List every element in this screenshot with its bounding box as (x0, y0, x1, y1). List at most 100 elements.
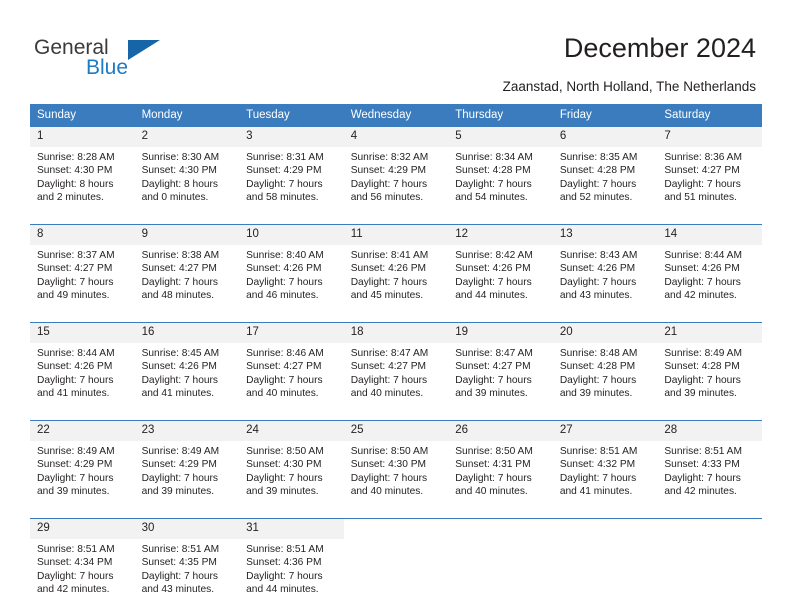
calendar-day-cell[interactable]: 31 Sunrise: 8:51 AM Sunset: 4:36 PM Dayligh… (239, 519, 344, 609)
day-number: 24 (239, 421, 344, 441)
calendar-day-cell[interactable]: 15 Sunrise: 8:44 AM Sunset: 4:26 PM Dayligh… (30, 323, 135, 413)
calendar-day-cell[interactable]: 19 Sunrise: 8:47 AM Sunset: 4:27 PM Dayligh… (448, 323, 553, 413)
calendar-day-cell[interactable]: 11 Sunrise: 8:41 AM Sunset: 4:26 PM Dayligh… (343, 225, 449, 315)
day-daylight-line: Daylight: 7 hours (455, 276, 532, 288)
calendar-day-cell[interactable]: 8 Sunrise: 8:37 AM Sunset: 4:27 PM Daylight… (30, 225, 135, 315)
day-sunrise-line: Sunrise: 8:34 AM (455, 152, 533, 163)
day-cell-content: 28 Sunrise: 8:51 AM Sunset: 4:33 PM Dayligh… (657, 421, 762, 511)
calendar-empty-cell (552, 519, 658, 609)
day-number: 16 (134, 323, 240, 343)
day-sunset-line: Sunset: 4:33 PM (664, 459, 740, 471)
page-title: December 2024 (563, 33, 756, 63)
day-sunset-line: Sunset: 4:27 PM (37, 263, 113, 275)
calendar-day-cell[interactable]: 21 Sunrise: 8:49 AM Sunset: 4:28 PM Dayligh… (657, 323, 762, 413)
day-details: Sunrise: 8:41 AM Sunset: 4:26 PM Daylight:… (344, 245, 449, 303)
day-daylight-line: Daylight: 7 hours (141, 472, 219, 484)
day-details: Sunrise: 8:28 AM Sunset: 4:30 PM Daylight:… (30, 147, 135, 205)
day-details: Sunrise: 8:40 AM Sunset: 4:26 PM Daylight:… (239, 245, 344, 303)
week-separator-cell (30, 511, 762, 519)
day-daylight-line: Daylight: 7 hours (141, 374, 219, 386)
day-details: Sunrise: 8:50 AM Sunset: 4:30 PM Daylight:… (344, 441, 449, 499)
calendar-day-cell[interactable]: 2 Sunrise: 8:30 AM Sunset: 4:30 PM Daylight… (134, 127, 240, 217)
page-subtitle: Zaanstad, North Holland, The Netherlands (502, 79, 756, 94)
day-daylight-line: and 39 minutes. (559, 388, 633, 400)
calendar-day-cell[interactable]: 26 Sunrise: 8:50 AM Sunset: 4:31 PM Dayligh… (448, 421, 553, 511)
day-sunrise-line: Sunrise: 8:50 AM (455, 446, 533, 457)
day-number: 2 (134, 127, 240, 147)
weekday-header-thursday: Thursday (448, 104, 553, 127)
calendar-day-cell[interactable]: 27 Sunrise: 8:51 AM Sunset: 4:32 PM Dayligh… (552, 421, 658, 511)
week-separator-row (30, 315, 762, 323)
day-details: Sunrise: 8:38 AM Sunset: 4:27 PM Daylight:… (135, 245, 240, 303)
day-number: 29 (30, 519, 135, 539)
calendar-day-cell[interactable]: 22 Sunrise: 8:49 AM Sunset: 4:29 PM Dayligh… (30, 421, 135, 511)
calendar-day-cell[interactable]: 24 Sunrise: 8:50 AM Sunset: 4:30 PM Dayligh… (239, 421, 344, 511)
day-number: 22 (30, 421, 135, 441)
brand-logo[interactable]: General Blue (34, 36, 234, 88)
day-daylight-line: Daylight: 8 hours (141, 178, 219, 190)
day-sunrise-line: Sunrise: 8:28 AM (37, 152, 115, 163)
day-sunset-line: Sunset: 4:26 PM (350, 263, 427, 275)
day-sunset-line: Sunset: 4:27 PM (350, 361, 427, 373)
day-sunrise-line: Sunrise: 8:49 AM (664, 348, 742, 359)
calendar-day-cell[interactable]: 14 Sunrise: 8:44 AM Sunset: 4:26 PM Dayligh… (657, 225, 762, 315)
calendar-day-cell[interactable]: 17 Sunrise: 8:46 AM Sunset: 4:27 PM Dayligh… (239, 323, 344, 413)
day-details: Sunrise: 8:31 AM Sunset: 4:29 PM Daylight:… (239, 147, 344, 205)
calendar-day-cell[interactable]: 4 Sunrise: 8:32 AM Sunset: 4:29 PM Daylight… (343, 127, 449, 217)
calendar-page: General Blue December 2024 Zaanstad, Nor… (0, 0, 792, 612)
calendar-day-cell[interactable]: 5 Sunrise: 8:34 AM Sunset: 4:28 PM Daylight… (448, 127, 553, 217)
day-daylight-line: and 58 minutes. (246, 192, 319, 204)
day-details: Sunrise: 8:51 AM Sunset: 4:36 PM Daylight:… (239, 539, 344, 597)
triangle-icon (128, 40, 160, 60)
calendar-day-cell[interactable]: 30 Sunrise: 8:51 AM Sunset: 4:35 PM Dayligh… (134, 519, 240, 609)
day-details: Sunrise: 8:44 AM Sunset: 4:26 PM Daylight:… (657, 245, 762, 303)
day-cell-content: 10 Sunrise: 8:40 AM Sunset: 4:26 PM Dayligh… (239, 225, 344, 315)
day-sunrise-line: Sunrise: 8:35 AM (559, 152, 638, 163)
day-number (657, 519, 762, 539)
day-daylight-line: and 49 minutes. (37, 290, 110, 302)
calendar-day-cell[interactable]: 29 Sunrise: 8:51 AM Sunset: 4:34 PM Dayligh… (30, 519, 135, 609)
day-number (343, 519, 449, 539)
calendar-day-cell[interactable]: 12 Sunrise: 8:42 AM Sunset: 4:26 PM Dayligh… (448, 225, 553, 315)
day-daylight-line: Daylight: 7 hours (664, 276, 741, 288)
day-number: 12 (448, 225, 553, 245)
calendar-day-cell[interactable]: 10 Sunrise: 8:40 AM Sunset: 4:26 PM Dayligh… (239, 225, 344, 315)
day-daylight-line: and 41 minutes. (37, 388, 110, 400)
day-number: 20 (552, 323, 658, 343)
day-daylight-line: Daylight: 7 hours (141, 276, 219, 288)
week-separator-row (30, 217, 762, 225)
calendar-empty-cell (657, 519, 762, 609)
calendar-day-cell[interactable]: 6 Sunrise: 8:35 AM Sunset: 4:28 PM Daylight… (552, 127, 658, 217)
day-daylight-line: and 42 minutes. (664, 290, 737, 302)
day-cell-content: 16 Sunrise: 8:45 AM Sunset: 4:26 PM Dayligh… (134, 323, 240, 413)
day-number: 26 (448, 421, 553, 441)
day-daylight-line: Daylight: 7 hours (37, 374, 114, 386)
calendar-day-cell[interactable]: 13 Sunrise: 8:43 AM Sunset: 4:26 PM Dayligh… (552, 225, 658, 315)
calendar-day-cell[interactable]: 16 Sunrise: 8:45 AM Sunset: 4:26 PM Dayligh… (134, 323, 240, 413)
calendar-day-cell[interactable]: 1 Sunrise: 8:28 AM Sunset: 4:30 PM Daylight… (30, 127, 135, 217)
day-details (448, 539, 553, 543)
day-number: 8 (30, 225, 135, 245)
day-sunrise-line: Sunrise: 8:49 AM (37, 446, 115, 457)
day-details (657, 539, 762, 543)
calendar-day-cell[interactable]: 3 Sunrise: 8:31 AM Sunset: 4:29 PM Daylight… (239, 127, 344, 217)
calendar-day-cell[interactable]: 7 Sunrise: 8:36 AM Sunset: 4:27 PM Daylight… (657, 127, 762, 217)
day-daylight-line: Daylight: 7 hours (455, 178, 532, 190)
calendar-day-cell[interactable]: 25 Sunrise: 8:50 AM Sunset: 4:30 PM Dayligh… (343, 421, 449, 511)
day-daylight-line: and 44 minutes. (246, 584, 319, 596)
day-sunset-line: Sunset: 4:28 PM (664, 361, 740, 373)
day-daylight-line: Daylight: 7 hours (455, 374, 532, 386)
calendar-day-cell[interactable]: 28 Sunrise: 8:51 AM Sunset: 4:33 PM Dayligh… (657, 421, 762, 511)
calendar-day-cell[interactable]: 23 Sunrise: 8:49 AM Sunset: 4:29 PM Dayligh… (134, 421, 240, 511)
day-daylight-line: and 52 minutes. (559, 192, 633, 204)
day-details: Sunrise: 8:48 AM Sunset: 4:28 PM Daylight:… (553, 343, 658, 401)
day-daylight-line: and 42 minutes. (664, 486, 737, 498)
day-daylight-line: Daylight: 7 hours (246, 472, 323, 484)
weekday-header-monday: Monday (134, 104, 240, 127)
calendar-day-cell[interactable]: 20 Sunrise: 8:48 AM Sunset: 4:28 PM Dayligh… (552, 323, 658, 413)
calendar-day-cell[interactable]: 9 Sunrise: 8:38 AM Sunset: 4:27 PM Daylight… (134, 225, 240, 315)
day-details: Sunrise: 8:34 AM Sunset: 4:28 PM Daylight:… (448, 147, 553, 205)
day-daylight-line: and 40 minutes. (350, 486, 424, 498)
calendar-day-cell[interactable]: 18 Sunrise: 8:47 AM Sunset: 4:27 PM Dayligh… (343, 323, 449, 413)
day-cell-content (657, 519, 762, 609)
